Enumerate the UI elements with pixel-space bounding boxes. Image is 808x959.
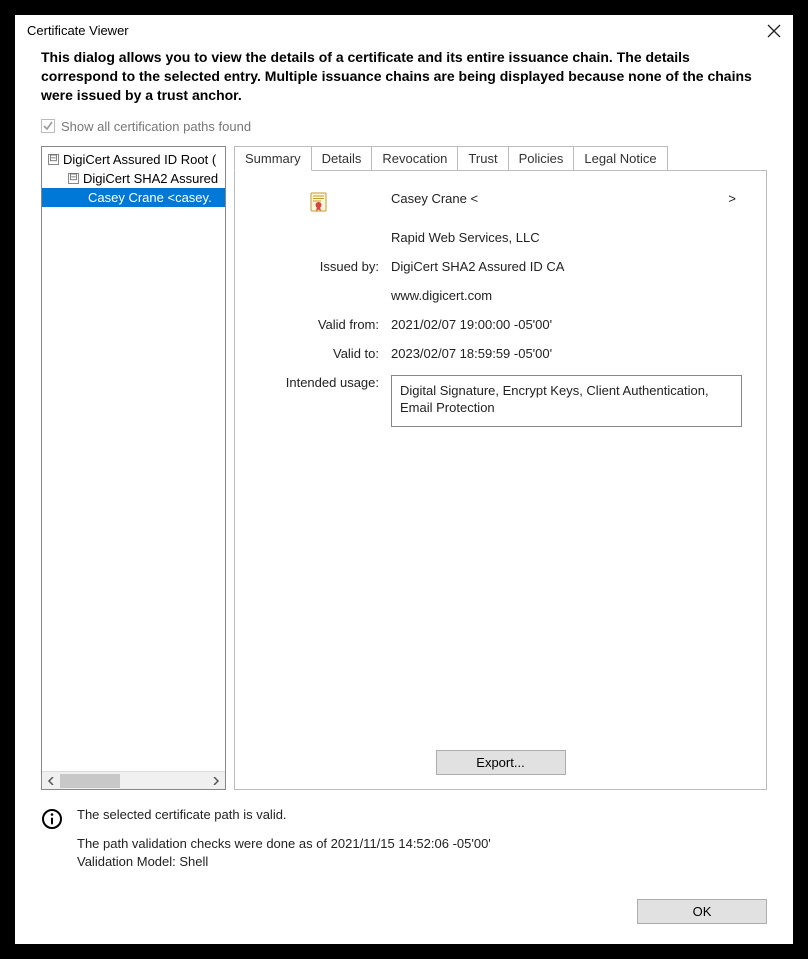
validation-status: The selected certificate path is valid. bbox=[77, 806, 491, 824]
cert-tree[interactable]: ⊟ DigiCert Assured ID Root ( ⊟ DigiCert … bbox=[41, 146, 226, 791]
tree-item-label: Casey Crane <casey. bbox=[88, 188, 212, 207]
show-all-paths-label: Show all certification paths found bbox=[61, 119, 251, 134]
tab-legal-notice[interactable]: Legal Notice bbox=[573, 146, 667, 170]
scroll-thumb[interactable] bbox=[60, 774, 120, 788]
intended-usage-value: Digital Signature, Encrypt Keys, Client … bbox=[391, 375, 742, 427]
validation-timestamp: The path validation checks were done as … bbox=[77, 835, 491, 853]
tree-item-root[interactable]: ⊟ DigiCert Assured ID Root ( bbox=[42, 150, 225, 169]
subject-name: Casey Crane < bbox=[391, 191, 478, 206]
window-title: Certificate Viewer bbox=[27, 23, 129, 38]
certificate-icon bbox=[308, 191, 330, 216]
issuer-url: www.digicert.com bbox=[391, 288, 742, 303]
show-all-paths-checkbox: Show all certification paths found bbox=[41, 119, 767, 134]
tree-scrollbar[interactable] bbox=[42, 771, 225, 789]
validation-footer: The selected certificate path is valid. … bbox=[41, 806, 767, 871]
valid-to-value: 2023/02/07 18:59:59 -05'00' bbox=[391, 346, 742, 361]
tree-item-leaf[interactable]: Casey Crane <casey. bbox=[42, 188, 225, 207]
tab-trust[interactable]: Trust bbox=[457, 146, 508, 170]
tab-details[interactable]: Details bbox=[311, 146, 373, 170]
info-icon bbox=[41, 808, 63, 833]
titlebar: Certificate Viewer bbox=[15, 15, 793, 48]
close-icon[interactable] bbox=[767, 24, 781, 38]
collapse-icon[interactable]: ⊟ bbox=[48, 154, 59, 165]
valid-to-label: Valid to: bbox=[259, 346, 379, 361]
tab-revocation[interactable]: Revocation bbox=[371, 146, 458, 170]
dialog-description: This dialog allows you to view the detai… bbox=[41, 48, 767, 105]
ok-button[interactable]: OK bbox=[637, 899, 767, 924]
tree-item-label: DigiCert SHA2 Assured bbox=[83, 169, 218, 188]
export-button[interactable]: Export... bbox=[436, 750, 566, 775]
collapse-icon[interactable]: ⊟ bbox=[68, 173, 79, 184]
tab-body: Casey Crane < > Rapid Web Services, LLC … bbox=[234, 170, 767, 791]
valid-from-label: Valid from: bbox=[259, 317, 379, 332]
valid-from-value: 2021/02/07 19:00:00 -05'00' bbox=[391, 317, 742, 332]
tree-item-label: DigiCert Assured ID Root ( bbox=[63, 150, 216, 169]
tab-summary[interactable]: Summary bbox=[234, 146, 312, 171]
subject-org: Rapid Web Services, LLC bbox=[391, 230, 742, 245]
tree-item-intermediate[interactable]: ⊟ DigiCert SHA2 Assured bbox=[42, 169, 225, 188]
checkbox-icon bbox=[41, 119, 55, 133]
tabs: Summary Details Revocation Trust Policie… bbox=[234, 146, 767, 170]
scroll-right-icon[interactable] bbox=[207, 772, 225, 790]
issued-by-value: DigiCert SHA2 Assured ID CA bbox=[391, 259, 742, 274]
validation-model: Validation Model: Shell bbox=[77, 853, 491, 871]
certificate-viewer-dialog: Certificate Viewer This dialog allows yo… bbox=[15, 15, 793, 944]
tab-policies[interactable]: Policies bbox=[508, 146, 575, 170]
issued-by-label: Issued by: bbox=[259, 259, 379, 274]
scroll-left-icon[interactable] bbox=[42, 772, 60, 790]
intended-usage-label: Intended usage: bbox=[259, 375, 379, 390]
subject-name-tail: > bbox=[728, 191, 736, 206]
